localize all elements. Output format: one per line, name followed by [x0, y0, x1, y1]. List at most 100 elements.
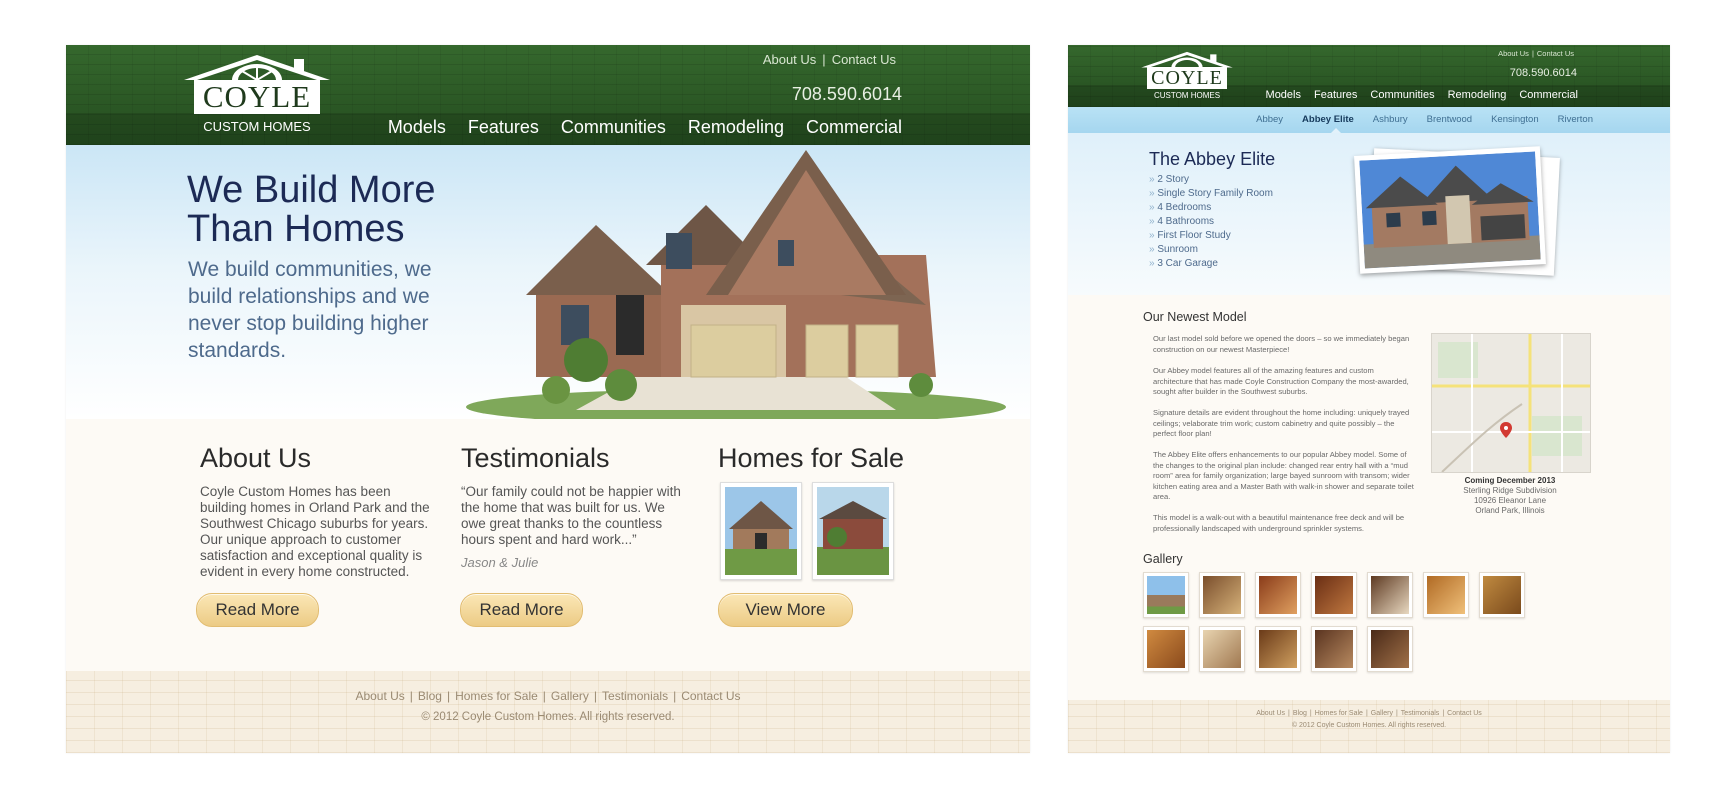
nav-commercial[interactable]: Commercial — [1519, 89, 1578, 101]
testimonials-title: Testimonials — [461, 443, 610, 473]
footer-link-homes-for-sale[interactable]: Homes for Sale — [455, 689, 538, 703]
model-page-mockup: COYLE CUSTOM HOMES About Us | Contact Us 7… — [1068, 45, 1670, 753]
contact-us-link[interactable]: Contact Us — [832, 52, 896, 67]
phone-number: 708.590.6014 — [1509, 67, 1577, 79]
feature-item: 2 Story — [1149, 173, 1273, 187]
map-caption: Coming December 2013 Sterling Ridge Subd… — [1431, 476, 1589, 516]
gallery-thumbnail[interactable] — [1143, 572, 1189, 618]
site-footer: About Us | Blog | Homes for Sale | Gallery | Tes… — [1068, 700, 1670, 753]
nav-communities[interactable]: Communities — [561, 117, 666, 138]
footer-copyright: © 2012 Coyle Custom Homes. All rights re… — [421, 711, 675, 723]
gallery-thumbnail[interactable] — [1479, 572, 1525, 618]
gallery-thumbnail[interactable] — [1199, 626, 1245, 672]
nav-commercial[interactable]: Commercial — [806, 117, 902, 138]
gallery-thumbnail[interactable] — [1423, 572, 1469, 618]
subnav-abbey-elite[interactable]: Abbey Elite — [1302, 114, 1354, 125]
map-caption-line: Sterling Ridge Subdivision — [1463, 486, 1557, 495]
testimonial-author: Jason & Julie — [461, 555, 539, 570]
hero-headline: We Build More Than Homes — [187, 169, 436, 250]
map-caption-line: 10926 Eleanor Lane — [1473, 496, 1547, 505]
main-nav: Models Features Communities Remodeling C… — [1266, 89, 1578, 101]
footer-link-testimonials[interactable]: Testimonials — [1401, 710, 1440, 717]
footer-links: About Us | Blog | Homes for Sale | Gallery | Tes… — [355, 689, 741, 703]
feature-item: First Floor Study — [1149, 229, 1273, 243]
nav-remodeling[interactable]: Remodeling — [1448, 89, 1507, 101]
utility-links: About Us | Contact Us — [1498, 49, 1574, 58]
nav-features[interactable]: Features — [468, 117, 539, 138]
testimonials-read-more-button[interactable]: Read More — [460, 593, 583, 627]
footer-link-contact-us[interactable]: Contact Us — [1447, 710, 1482, 717]
gallery-thumbnail[interactable] — [1367, 626, 1413, 672]
gallery-thumbnail[interactable] — [1199, 572, 1245, 618]
gallery-title: Gallery — [1143, 552, 1183, 566]
subnav-riverton[interactable]: Riverton — [1558, 114, 1593, 125]
nav-models[interactable]: Models — [1266, 89, 1301, 101]
gallery-thumbnail[interactable] — [1143, 626, 1189, 672]
home-page-mockup: COYLE CUSTOM HOMES About Us | Contact Us 7… — [66, 45, 1030, 753]
map-caption-heading: Coming December 2013 — [1464, 476, 1556, 485]
model-photo-stack — [1351, 146, 1561, 277]
nav-communities[interactable]: Communities — [1370, 89, 1434, 101]
footer-link-gallery[interactable]: Gallery — [1371, 710, 1393, 717]
model-features-list: 2 Story Single Story Family Room 4 Bedro… — [1149, 173, 1273, 271]
about-read-more-button[interactable]: Read More — [196, 593, 319, 627]
subnav-ashbury[interactable]: Ashbury — [1373, 114, 1408, 125]
models-subnav: Abbey Abbey Elite Ashbury Brentwood Kens… — [1068, 107, 1670, 133]
footer-link-contact-us[interactable]: Contact Us — [681, 689, 740, 703]
feature-item: 3 Car Garage — [1149, 257, 1273, 271]
map-caption-line: Orland Park, Illinois — [1475, 506, 1545, 515]
nav-features[interactable]: Features — [1314, 89, 1357, 101]
nav-models[interactable]: Models — [388, 117, 446, 138]
phone-number: 708.590.6014 — [791, 84, 902, 104]
contact-us-link[interactable]: Contact Us — [1537, 49, 1574, 58]
location-map[interactable] — [1431, 333, 1591, 473]
homes-for-sale-title: Homes for Sale — [718, 443, 905, 473]
hero-banner: We Build More Than Homes We build commun… — [66, 145, 1030, 419]
footer-link-testimonials[interactable]: Testimonials — [602, 689, 668, 703]
site-logo[interactable]: COYLE CUSTOM HOMES — [1140, 50, 1234, 104]
footer-link-homes-for-sale[interactable]: Homes for Sale — [1315, 710, 1363, 717]
feature-item: Single Story Family Room — [1149, 187, 1273, 201]
about-us-link[interactable]: About Us — [1498, 49, 1529, 58]
footer-link-gallery[interactable]: Gallery — [551, 689, 589, 703]
logo-wordmark: COYLE — [194, 79, 320, 114]
house-photo — [466, 150, 1006, 419]
gallery-thumbnail[interactable] — [1311, 626, 1357, 672]
logo-wordmark: COYLE — [1147, 67, 1227, 89]
site-logo[interactable]: COYLE CUSTOM HOMES — [182, 53, 332, 135]
subnav-kensington[interactable]: Kensington — [1491, 114, 1539, 125]
logo-subtitle: CUSTOM HOMES — [203, 119, 311, 134]
footer-links: About Us | Blog | Homes for Sale | Gallery | Tes… — [1256, 710, 1482, 717]
site-header: COYLE CUSTOM HOMES About Us | Contact Us 7… — [66, 45, 1030, 145]
footer-copyright: © 2012 Coyle Custom Homes. All rights re… — [1291, 722, 1447, 729]
footer-link-blog[interactable]: Blog — [1293, 710, 1307, 717]
newest-paragraph: Signature details are evident throughout… — [1153, 408, 1410, 439]
newest-paragraph: Our Abbey model features all of the amaz… — [1153, 366, 1409, 397]
about-us-link[interactable]: About Us — [763, 52, 816, 67]
main-nav: Models Features Communities Remodeling C… — [388, 117, 902, 138]
subnav-abbey[interactable]: Abbey — [1256, 114, 1283, 125]
feature-item: 4 Bathrooms — [1149, 215, 1273, 229]
newest-paragraph: The Abbey Elite offers enhancements to o… — [1153, 450, 1414, 502]
subnav-brentwood[interactable]: Brentwood — [1427, 114, 1472, 125]
view-more-button[interactable]: View More — [718, 593, 853, 627]
footer-link-about-us[interactable]: About Us — [355, 689, 404, 703]
feature-item: Sunroom — [1149, 243, 1273, 257]
testimonial-quote: “Our family could not be happier with th… — [461, 484, 681, 547]
newest-model-title: Our Newest Model — [1143, 310, 1247, 324]
gallery-thumbnail[interactable] — [1367, 572, 1413, 618]
nav-remodeling[interactable]: Remodeling — [688, 117, 784, 138]
model-summary: The Abbey Elite 2 Story Single Story Fam… — [1068, 133, 1670, 295]
footer-link-blog[interactable]: Blog — [418, 689, 442, 703]
home-for-sale-thumbnail[interactable] — [812, 482, 894, 580]
about-title: About Us — [200, 443, 312, 473]
home-for-sale-thumbnail[interactable] — [720, 482, 802, 580]
gallery-thumbnail[interactable] — [1255, 572, 1301, 618]
model-title: The Abbey Elite — [1149, 149, 1276, 169]
footer-link-about-us[interactable]: About Us — [1256, 710, 1285, 717]
gallery-thumbnail[interactable] — [1255, 626, 1301, 672]
site-footer: About Us | Blog | Homes for Sale | Gallery | Tes… — [66, 671, 1030, 753]
newest-paragraph: Our last model sold before we opened the… — [1153, 334, 1410, 354]
gallery-thumbnail[interactable] — [1311, 572, 1357, 618]
hero-tagline: We build communities, we build relations… — [188, 258, 432, 362]
